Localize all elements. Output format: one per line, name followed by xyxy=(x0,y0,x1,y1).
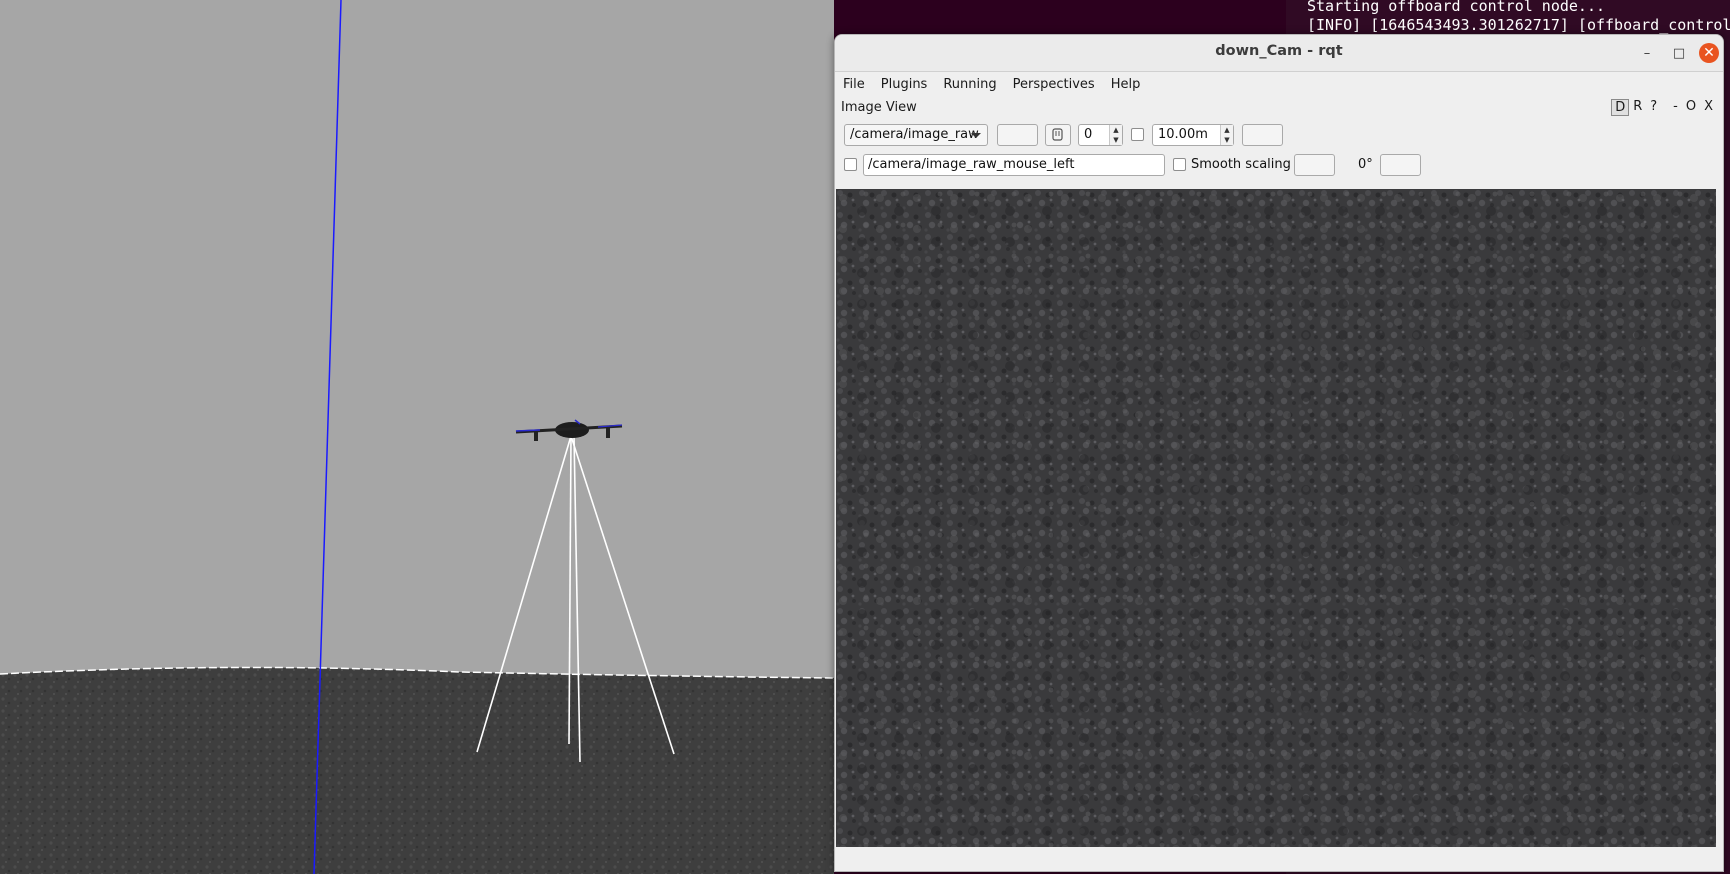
asphalt-camera-image xyxy=(836,189,1716,847)
topic-select-value: /camera/image_raw xyxy=(850,127,979,142)
dock-toggle-button[interactable]: D xyxy=(1611,99,1630,116)
reload-button[interactable]: R xyxy=(1629,99,1646,116)
toolbar-row-2: /camera/image_raw_mouse_left Smooth scal… xyxy=(835,150,1723,180)
dynamic-range-checkbox[interactable] xyxy=(1131,128,1144,141)
gazebo-3d-viewport[interactable] xyxy=(0,0,834,874)
mouse-topic-value: /camera/image_raw_mouse_left xyxy=(868,157,1075,172)
chevron-down-icon xyxy=(971,133,981,138)
save-image-button[interactable] xyxy=(1242,124,1283,146)
close-button[interactable]: ✕ xyxy=(1699,43,1719,63)
ground-plane xyxy=(0,666,834,874)
menu-help[interactable]: Help xyxy=(1103,77,1149,92)
minimize-plugin-button[interactable]: - xyxy=(1669,99,1682,116)
spinbox-value: 0 xyxy=(1084,127,1093,142)
topic-select[interactable]: /camera/image_raw xyxy=(844,124,988,146)
hand-icon xyxy=(1052,128,1063,141)
options-button[interactable]: O xyxy=(1682,99,1700,116)
max-distance-spinbox[interactable]: 10.00m ▲ ▼ xyxy=(1152,124,1234,146)
maximize-button[interactable]: □ xyxy=(1667,41,1691,65)
terminal-line: Starting offboard control node... xyxy=(1307,0,1606,15)
window-titlebar[interactable]: down_Cam - rqt – □ ✕ xyxy=(835,35,1723,72)
menu-file[interactable]: File xyxy=(835,77,873,92)
spin-arrows-icon[interactable]: ▲ ▼ xyxy=(1109,125,1122,145)
status-bar xyxy=(835,851,1723,871)
terminal-line: [INFO] [1646543493.301262717] [offboard_… xyxy=(1307,16,1730,34)
smooth-scaling-checkbox[interactable] xyxy=(1173,158,1186,171)
max-distance-value: 10.00m xyxy=(1158,127,1208,142)
help-button[interactable]: ? xyxy=(1646,99,1661,116)
smooth-scaling-label: Smooth scaling xyxy=(1191,157,1291,172)
plugin-title: Image View xyxy=(841,100,917,115)
menu-perspectives[interactable]: Perspectives xyxy=(1005,77,1103,92)
camera-image-view[interactable] xyxy=(836,189,1716,847)
mouse-topic-input[interactable]: /camera/image_raw_mouse_left xyxy=(863,154,1165,176)
plugin-controls: D R ? - O X xyxy=(1611,99,1717,116)
spin-arrows-icon[interactable]: ▲ ▼ xyxy=(1220,125,1233,145)
pan-tool-button[interactable] xyxy=(1045,124,1071,146)
toolbar-row-1: /camera/image_raw 0 ▲ ▼ 10.00m ▲ ▼ xyxy=(835,120,1723,150)
numeric-spinbox[interactable]: 0 ▲ ▼ xyxy=(1078,124,1123,146)
menu-running[interactable]: Running xyxy=(935,77,1004,92)
window-title: down_Cam - rqt xyxy=(1215,43,1343,59)
menu-bar: File Plugins Running Perspectives Help xyxy=(835,72,1723,96)
menu-plugins[interactable]: Plugins xyxy=(873,77,936,92)
refresh-topics-button[interactable] xyxy=(997,124,1038,146)
rotate-right-button[interactable] xyxy=(1380,154,1421,176)
plugin-header: Image View D R ? - O X xyxy=(835,96,1723,120)
rotate-left-button[interactable] xyxy=(1294,154,1335,176)
minimize-button[interactable]: – xyxy=(1635,41,1659,65)
rotation-label: 0° xyxy=(1358,157,1373,172)
rqt-window[interactable]: down_Cam - rqt – □ ✕ File Plugins Runnin… xyxy=(834,34,1724,872)
publish-mouse-checkbox[interactable] xyxy=(844,158,857,171)
sky xyxy=(0,0,834,680)
close-plugin-button[interactable]: X xyxy=(1700,99,1717,116)
